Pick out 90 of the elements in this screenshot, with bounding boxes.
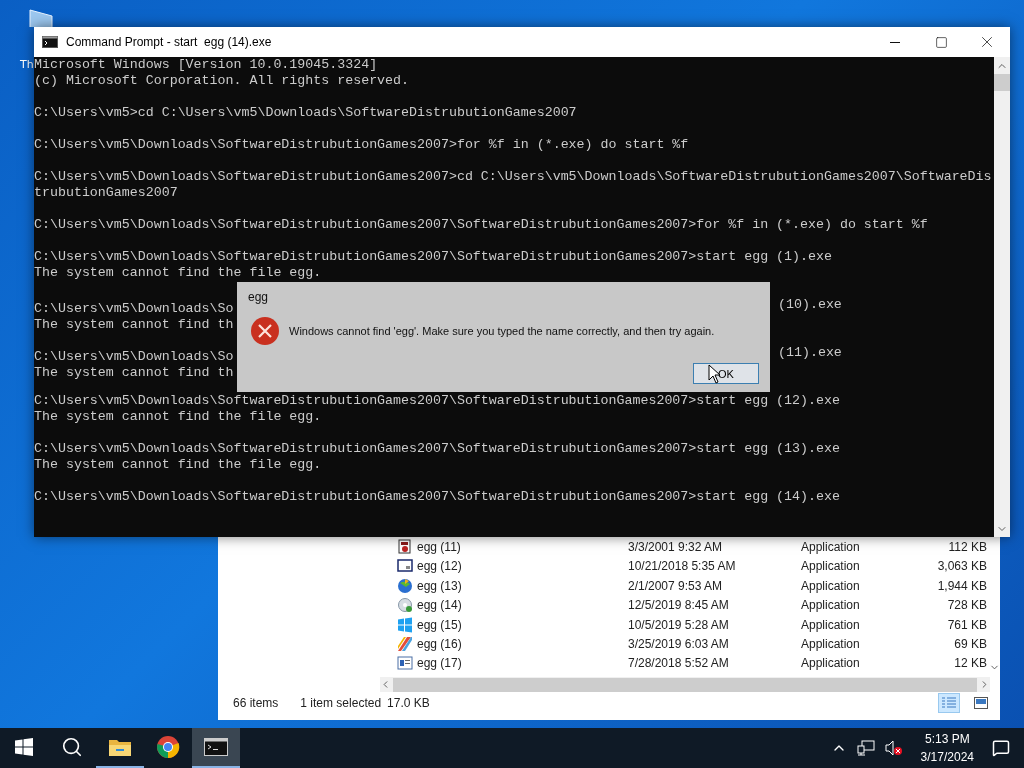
console-line: (c) Microsoft Corporation. All rights reserved.: [34, 73, 411, 89]
file-type: Application: [801, 559, 861, 574]
console-line: C:\Users\vm5\Downloads\SoftwareDistrubutionGames2007>for %f in (*.exe) do start %f: [34, 137, 690, 153]
file-row[interactable]: egg (16) 3/25/2019 6:03 AM Application 69 KB: [380, 634, 988, 654]
stripes-icon: [397, 636, 413, 652]
file-size: 69 KB: [953, 637, 987, 651]
maximize-icon: [934, 35, 948, 49]
console-line: The system cannot find the file egg.: [34, 409, 323, 425]
console-line: C:\Users\vm5\Downloads\SoftwareDistrubutionGames2007\SoftwareDistrubutionGames2007>start egg (12).exe: [34, 393, 841, 409]
console-line: C:\Users\vm5\Downloads\So: [34, 349, 234, 364]
file-row[interactable]: egg (11) 3/3/2001 9:32 AM Application 112 KB: [380, 537, 988, 557]
file-name: egg (14): [417, 598, 463, 613]
console-line: (11).exe: [778, 345, 842, 361]
item-count: 66 items: [233, 696, 279, 710]
clock-date: 3/17/2024: [920, 749, 974, 766]
search-icon: [61, 736, 83, 758]
file-size: 3,063 KB: [936, 559, 987, 574]
taskbar-app-button[interactable]: [192, 728, 240, 768]
console-line: C:\Users\vm5>cd C:\Users\vm5\Downloads\SoftwareDistrubutionGames2007: [34, 105, 578, 121]
thumbnail-icon: [974, 697, 988, 709]
file-size: 12 KB: [953, 656, 987, 671]
horizontal-scrollbar[interactable]: [380, 677, 990, 692]
selection-count: 1 item selected: [300, 696, 382, 710]
ok-button[interactable]: OK: [693, 363, 759, 384]
file-name: egg (17): [417, 656, 463, 671]
network-icon[interactable]: [856, 740, 875, 756]
file-size: 1,944 KB: [936, 578, 987, 593]
console-line: (10).exe: [778, 297, 842, 313]
scrollbar[interactable]: [994, 57, 1010, 537]
file-type: Application: [801, 656, 861, 671]
console-line: Microsoft Windows [Version 10.0.19045.3324]: [34, 57, 379, 73]
details-list-icon: [942, 697, 956, 709]
file-size: 112 KB: [947, 539, 987, 554]
selection-size: 17.0 KB: [387, 696, 430, 710]
file-date: 3/3/2001 9:32 AM: [628, 539, 724, 554]
file-type: Application: [801, 539, 861, 554]
file-date: 10/5/2019 5:28 AM: [628, 617, 730, 632]
app-icon: [397, 538, 413, 555]
file-type: Application: [801, 637, 861, 651]
dialog-title: egg: [248, 290, 270, 304]
minimize-icon: [890, 41, 900, 43]
file-type: Application: [801, 617, 861, 632]
desktop-icon-label: Th: [20, 58, 34, 71]
file-name: egg (15): [417, 617, 463, 632]
console-line: The system cannot find th: [34, 365, 234, 380]
clock-time: 5:13 PM: [924, 731, 970, 748]
file-row[interactable]: egg (13) 2/1/2007 9:53 AM Application 1,944 KB: [380, 575, 988, 596]
console-line: trubutionGames2007: [34, 185, 179, 201]
console-line: C:\Users\vm5\Downloads\So: [34, 301, 234, 316]
disc-icon: [397, 597, 413, 614]
console-line: C:\Users\vm5\Downloads\SoftwareDistrubutionGames2007>cd C:\Users\vm5\Downloads\SoftwareDistrubutionGames2007\SoftwareDis: [34, 169, 993, 185]
window-icon: [397, 558, 413, 575]
file-size: 761 KB: [946, 617, 987, 632]
window-title: Command Prompt - start egg (14).exe: [66, 35, 273, 49]
file-date: 3/25/2019 6:03 AM: [628, 637, 730, 651]
file-date: 2/1/2007 9:53 AM: [628, 578, 724, 593]
muted-speaker-icon[interactable]: [884, 740, 903, 756]
console-line: C:\Users\vm5\Downloads\SoftwareDistrubutionGames2007\SoftwareDistrubutionGames2007>for %f in (*.exe) do start %f: [34, 217, 929, 233]
terminal-icon: [204, 738, 228, 756]
file-row[interactable]: egg (15) 10/5/2019 5:28 AM Application 761 KB: [380, 614, 988, 635]
console-line: The system cannot find the file egg.: [34, 265, 323, 281]
file-row[interactable]: egg (14) 12/5/2019 8:45 AM Application 728 KB: [380, 595, 988, 615]
chrome-logo-icon: [156, 735, 180, 759]
file-row[interactable]: egg (17) 7/28/2018 5:52 AM Application 12 KB: [380, 653, 988, 674]
form-icon: [397, 655, 413, 672]
file-row[interactable]: egg (12) 10/21/2018 5:35 AM Application 3,063 KB: [380, 556, 988, 576]
file-name: egg (16): [417, 637, 463, 651]
notification-icon[interactable]: [992, 739, 1010, 757]
file-date: 7/28/2018 5:52 AM: [628, 656, 730, 671]
console-line: C:\Users\vm5\Downloads\SoftwareDistrubutionGames2007\SoftwareDistrubutionGames2007>start egg (14).exe: [34, 489, 841, 505]
windows-logo-icon: [397, 616, 413, 633]
file-name: egg (12): [417, 559, 463, 574]
scrollbar-thumb[interactable]: [994, 74, 1010, 91]
console-line: The system cannot find th: [34, 317, 234, 332]
file-size: 728 KB: [946, 598, 987, 613]
file-date: 12/5/2019 8:45 AM: [628, 598, 730, 613]
console-line: C:\Users\vm5\Downloads\SoftwareDistrubutionGames2007\SoftwareDistrubutionGames2007>start egg (1).exe: [34, 249, 833, 265]
dialog-message: Windows cannot find 'egg'. Make sure you typed the name correctly, and then try again.: [289, 325, 715, 337]
folder-icon: [108, 737, 132, 757]
globe-icon: [397, 577, 413, 594]
file-type: Application: [801, 578, 861, 593]
file-name: egg (11): [417, 539, 462, 554]
file-name: egg (13): [417, 578, 463, 593]
windows-logo-icon: [15, 738, 33, 756]
file-type: Application: [801, 598, 861, 613]
file-date: 10/21/2018 5:35 AM: [628, 559, 737, 574]
console-line: The system cannot find the file egg.: [34, 457, 323, 473]
error-icon: [250, 316, 280, 346]
terminal-icon: [42, 36, 58, 48]
console-line: C:\Users\vm5\Downloads\SoftwareDistrubutionGames2007\SoftwareDistrubutionGames2007>start egg (13).exe: [34, 441, 841, 457]
